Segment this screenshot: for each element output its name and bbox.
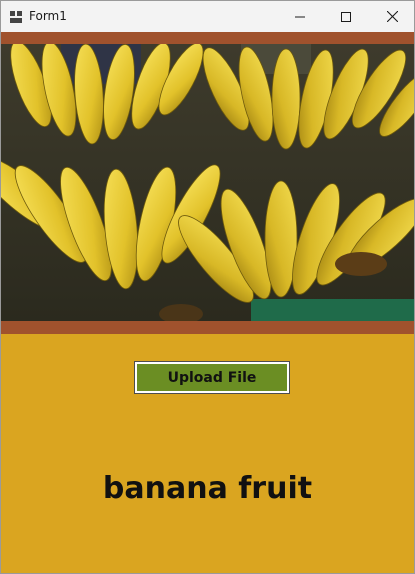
minimize-button[interactable] [277,1,323,32]
upload-file-button[interactable]: Upload File [134,361,290,394]
bottom-band [1,321,414,334]
window-title: Form1 [29,9,67,23]
top-band [1,32,414,44]
maximize-icon [341,11,351,22]
form-window: Form1 Upload File banana fruit [0,0,415,574]
title-bar[interactable]: Form1 [1,1,414,32]
form-app-icon [10,11,22,23]
close-button[interactable] [369,1,414,32]
banana-photo-illustration [1,44,414,321]
minimize-icon [295,16,305,17]
close-icon [386,11,398,22]
banana-picture [1,44,414,321]
maximize-button[interactable] [323,1,369,32]
prediction-label: banana fruit [102,471,313,506]
